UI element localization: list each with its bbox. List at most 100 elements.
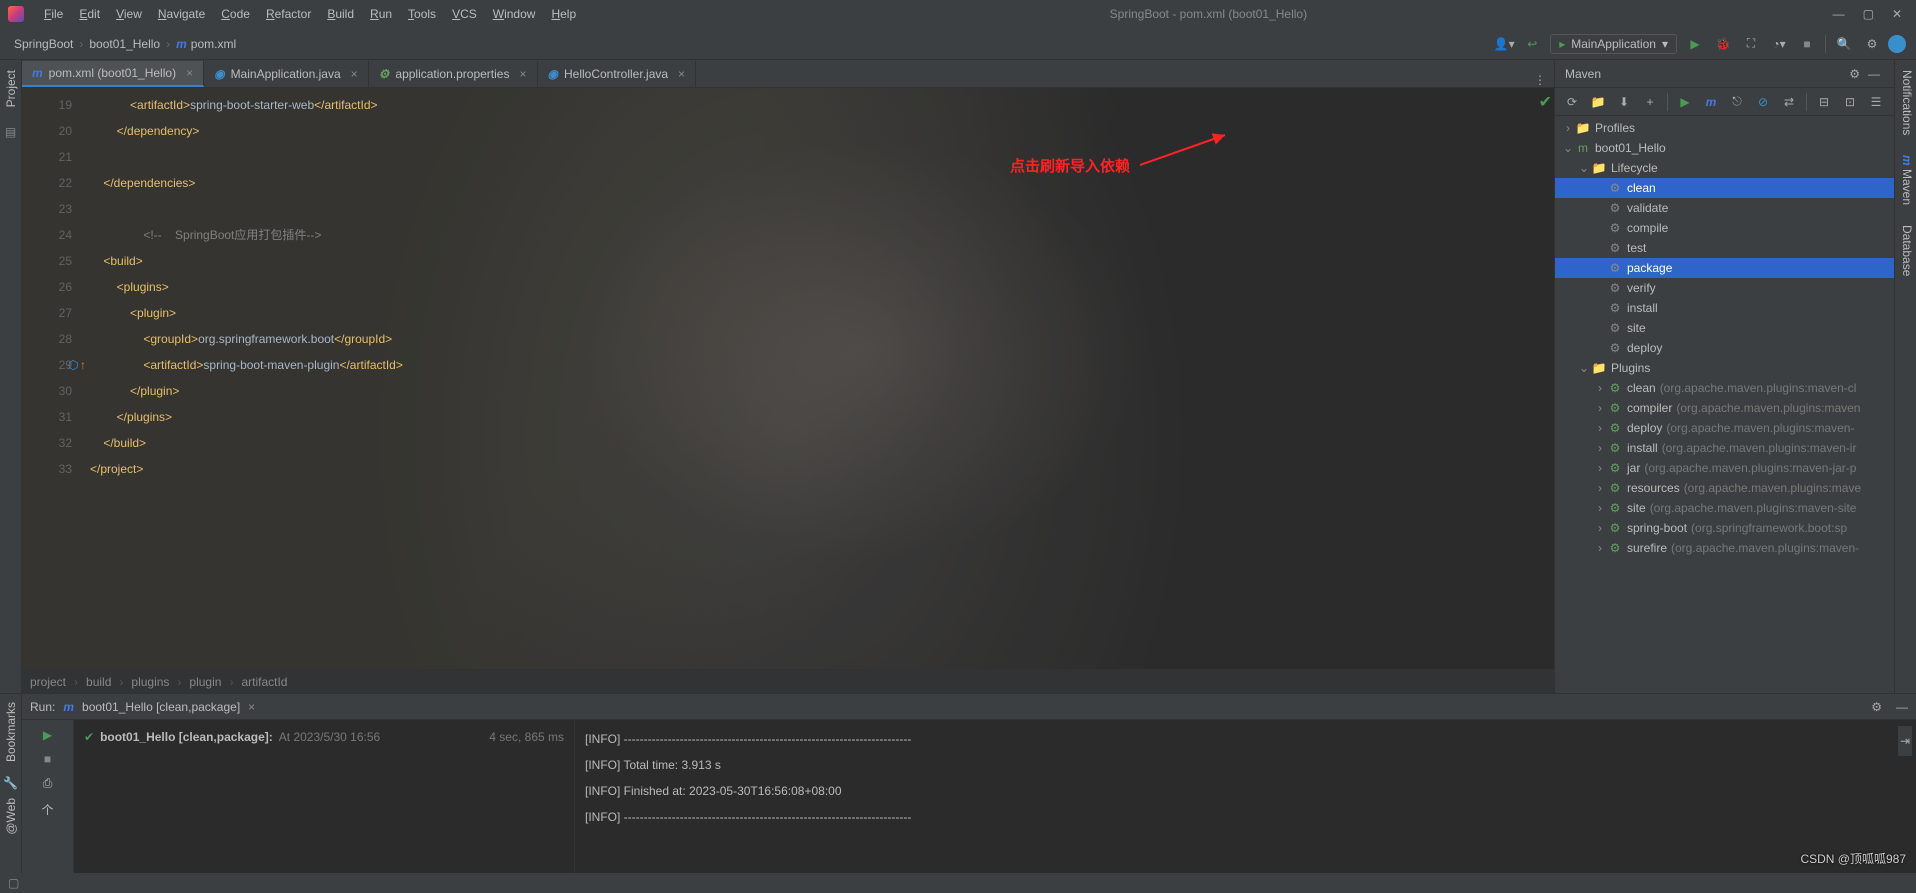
code-editor[interactable]: 1920212223242526272829⬡↑30313233 <artifa… xyxy=(22,88,1554,669)
tree-row[interactable]: ›⚙surefire (org.apache.maven.plugins:mav… xyxy=(1555,538,1894,558)
tree-row[interactable]: ⚙compile xyxy=(1555,218,1894,238)
menu-window[interactable]: Window xyxy=(485,7,544,21)
minimize-icon[interactable]: — xyxy=(1864,67,1884,81)
tree-row[interactable]: ⌄📁Plugins xyxy=(1555,358,1894,378)
menu-build[interactable]: Build xyxy=(319,7,362,21)
collapse-all-icon[interactable]: ⊟ xyxy=(1813,91,1835,113)
tree-row[interactable]: ›⚙site (org.apache.maven.plugins:maven-s… xyxy=(1555,498,1894,518)
breadcrumb-item[interactable]: build xyxy=(86,675,111,689)
rerun-icon[interactable]: ▶ xyxy=(43,728,52,742)
show-deps-icon[interactable]: ⇄ xyxy=(1778,91,1800,113)
back-icon[interactable]: ↩ xyxy=(1520,32,1544,56)
search-button[interactable]: 🔍 xyxy=(1832,32,1856,56)
web-tab[interactable]: @Web xyxy=(2,790,20,843)
maven-tab[interactable]: m Maven xyxy=(1895,145,1916,215)
tool-window-toggle-icon[interactable]: ▢ xyxy=(8,876,19,890)
editor-tab[interactable]: ◉HelloController.java× xyxy=(538,61,697,87)
tree-row[interactable]: ›⚙spring-boot (org.springframework.boot:… xyxy=(1555,518,1894,538)
coverage-button[interactable]: ⛶ xyxy=(1739,32,1763,56)
more-icon[interactable]: ☰ xyxy=(1865,91,1887,113)
filter-icon[interactable]: ⎙ xyxy=(43,776,53,791)
debug-button[interactable]: 🐞 xyxy=(1711,32,1735,56)
download-icon[interactable]: ⬇ xyxy=(1613,91,1635,113)
soft-wrap-icon[interactable]: ⇥ xyxy=(1898,726,1912,756)
menu-code[interactable]: Code xyxy=(213,7,258,21)
tree-row[interactable]: ⚙verify xyxy=(1555,278,1894,298)
project-tool-tab[interactable]: Project xyxy=(2,60,20,117)
notifications-tab[interactable]: Notifications xyxy=(1895,60,1916,145)
menu-navigate[interactable]: Navigate xyxy=(150,7,213,21)
tree-row[interactable]: ›⚙clean (org.apache.maven.plugins:maven-… xyxy=(1555,378,1894,398)
breadcrumb-item[interactable]: project xyxy=(30,675,66,689)
menu-run[interactable]: Run xyxy=(362,7,400,21)
menu-vcs[interactable]: VCS xyxy=(444,7,485,21)
close-icon[interactable]: × xyxy=(678,67,685,81)
generate-sources-icon[interactable]: 📁 xyxy=(1587,91,1609,113)
menu-tools[interactable]: Tools xyxy=(400,7,444,21)
tree-row[interactable]: ⌄📁Lifecycle xyxy=(1555,158,1894,178)
close-icon[interactable]: × xyxy=(519,67,526,81)
stop-button[interactable]: ■ xyxy=(1795,32,1819,56)
export-icon[interactable]: 个 xyxy=(41,801,53,818)
minimize-icon[interactable]: — xyxy=(1896,700,1908,714)
menu-edit[interactable]: Edit xyxy=(71,7,108,21)
maven-title: Maven xyxy=(1565,67,1601,81)
toggle-offline-icon[interactable]: ⎋ xyxy=(1726,91,1748,113)
tree-row[interactable]: ›⚙deploy (org.apache.maven.plugins:maven… xyxy=(1555,418,1894,438)
tree-row[interactable]: ⚙package xyxy=(1555,258,1894,278)
menu-help[interactable]: Help xyxy=(543,7,584,21)
breadcrumb-item[interactable]: plugins xyxy=(131,675,169,689)
add-user-icon[interactable]: 👤▾ xyxy=(1492,32,1516,56)
editor-tab[interactable]: ⚙application.properties× xyxy=(369,61,538,87)
avatar-icon[interactable] xyxy=(1888,35,1906,53)
tree-row[interactable]: ⚙clean xyxy=(1555,178,1894,198)
toggle-skip-tests-icon[interactable]: ⊘ xyxy=(1752,91,1774,113)
reload-icon[interactable]: ⟳ xyxy=(1561,91,1583,113)
show-settings-icon[interactable]: ⊡ xyxy=(1839,91,1861,113)
breadcrumb-item[interactable]: plugin xyxy=(189,675,221,689)
window-controls: — ▢ ✕ xyxy=(1833,7,1908,21)
tree-row[interactable]: ›⚙resources (org.apache.maven.plugins:ma… xyxy=(1555,478,1894,498)
tree-row[interactable]: ›⚙jar (org.apache.maven.plugins:maven-ja… xyxy=(1555,458,1894,478)
task-row[interactable]: ✔ boot01_Hello [clean,package]: At 2023/… xyxy=(84,726,564,748)
run-console[interactable]: ⇥ [INFO] -------------------------------… xyxy=(574,720,1916,873)
editor-tab[interactable]: ◉MainApplication.java× xyxy=(204,61,369,87)
run-config-selector[interactable]: ▸MainApplication▾ xyxy=(1550,34,1677,54)
tree-row[interactable]: ⚙site xyxy=(1555,318,1894,338)
editor-tab[interactable]: mpom.xml (boot01_Hello)× xyxy=(22,61,204,87)
menu-file[interactable]: File xyxy=(36,7,71,21)
profile-button[interactable]: ◔▾ xyxy=(1767,32,1791,56)
close-button[interactable]: ✕ xyxy=(1892,7,1902,21)
close-icon[interactable]: × xyxy=(186,66,193,80)
tree-row[interactable]: ⚙validate xyxy=(1555,198,1894,218)
tab-actions-icon[interactable]: ⋮ xyxy=(1526,73,1554,87)
add-icon[interactable]: + xyxy=(1639,91,1661,113)
tree-row[interactable]: ⚙deploy xyxy=(1555,338,1894,358)
tree-row[interactable]: ›📁Profiles xyxy=(1555,118,1894,138)
breadcrumb[interactable]: mpom.xml xyxy=(170,37,242,51)
maximize-button[interactable]: ▢ xyxy=(1863,7,1874,21)
gear-icon[interactable]: ⚙ xyxy=(1865,700,1888,714)
minimize-button[interactable]: — xyxy=(1833,7,1845,21)
breadcrumb-item[interactable]: artifactId xyxy=(241,675,287,689)
run-maven-icon[interactable]: ▶ xyxy=(1674,91,1696,113)
tree-row[interactable]: ⚙install xyxy=(1555,298,1894,318)
tree-row[interactable]: ⌄mboot01_Hello xyxy=(1555,138,1894,158)
run-label: Run: xyxy=(30,700,55,714)
database-tab[interactable]: Database xyxy=(1895,215,1916,286)
settings-button[interactable]: ⚙ xyxy=(1860,32,1884,56)
menu-refactor[interactable]: Refactor xyxy=(258,7,319,21)
close-icon[interactable]: × xyxy=(351,67,358,81)
bookmarks-tab[interactable]: Bookmarks xyxy=(2,694,20,770)
stop-icon[interactable]: ■ xyxy=(44,752,51,766)
tree-row[interactable]: ›⚙compiler (org.apache.maven.plugins:mav… xyxy=(1555,398,1894,418)
breadcrumb[interactable]: boot01_Hello xyxy=(83,37,166,51)
gear-icon[interactable]: ⚙ xyxy=(1845,67,1864,81)
execute-goal-icon[interactable]: m xyxy=(1700,91,1722,113)
breadcrumb[interactable]: SpringBoot xyxy=(8,37,79,51)
close-tab-icon[interactable]: × xyxy=(248,700,255,714)
tree-row[interactable]: ⚙test xyxy=(1555,238,1894,258)
menu-view[interactable]: View xyxy=(108,7,150,21)
tree-row[interactable]: ›⚙install (org.apache.maven.plugins:mave… xyxy=(1555,438,1894,458)
run-button[interactable]: ▶ xyxy=(1683,32,1707,56)
